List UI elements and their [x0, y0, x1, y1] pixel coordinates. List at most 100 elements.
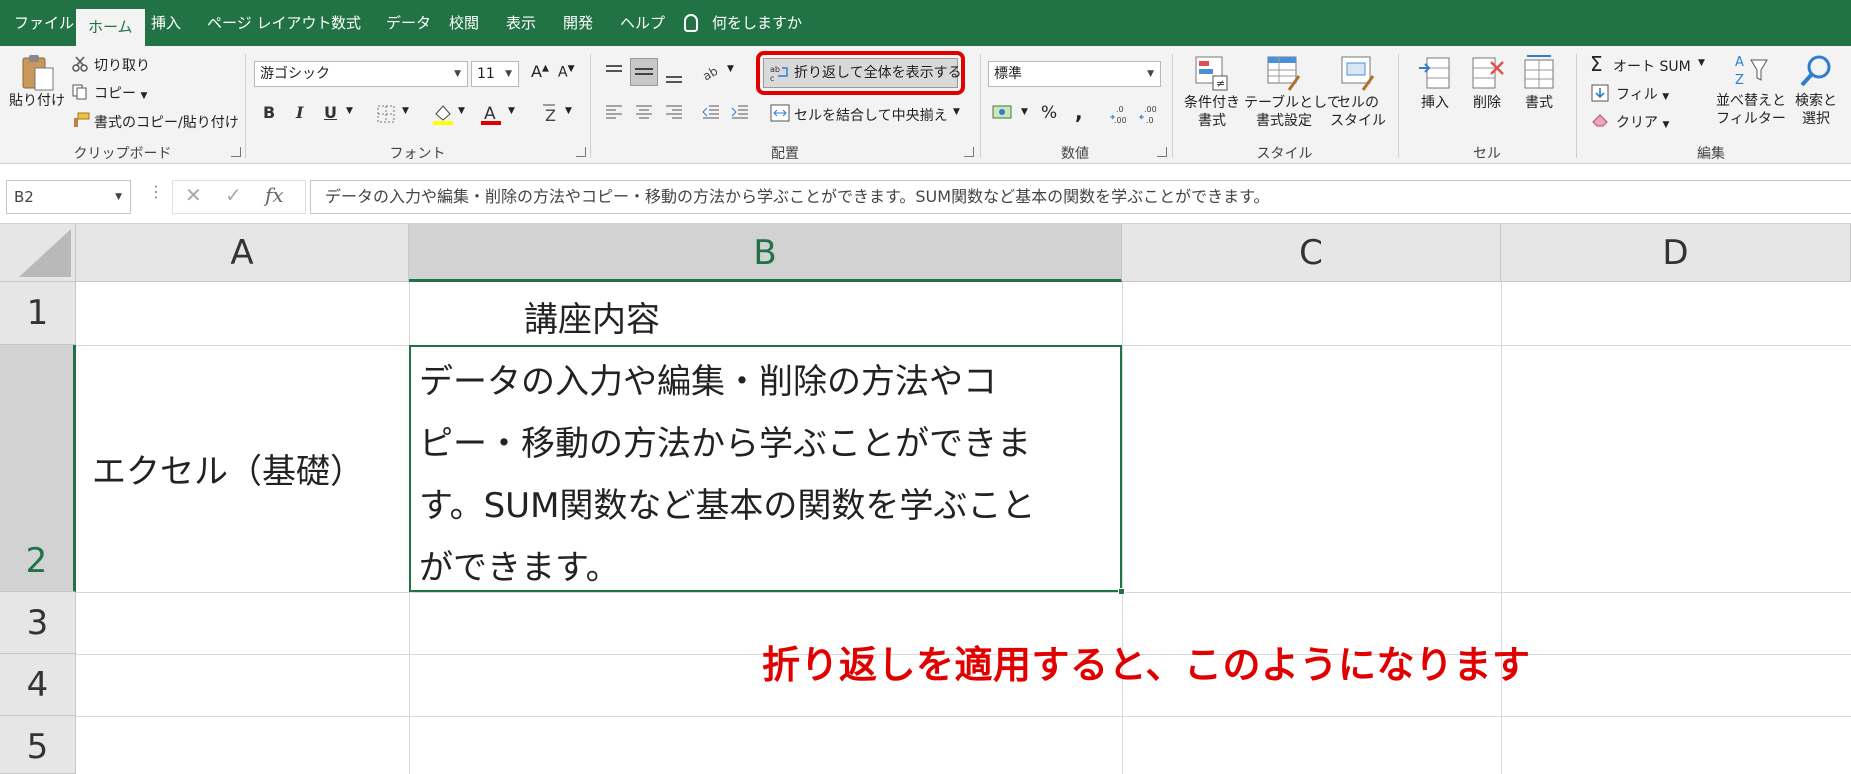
row-header-2[interactable]: 2	[0, 345, 76, 592]
italic-button[interactable]: I	[296, 103, 303, 122]
tab-review[interactable]: 校閲	[449, 0, 479, 46]
insert-function-icon[interactable]: fx	[265, 183, 284, 207]
chevron-down-icon[interactable]: ▼	[727, 64, 734, 74]
delete-cells-button[interactable]: 削除	[1462, 54, 1512, 112]
formula-input[interactable]: データの入力や編集・削除の方法やコピー・移動の方法から学ぶことができます。SUM…	[310, 180, 1851, 214]
underline-button[interactable]: U	[324, 103, 337, 122]
sort-filter-button[interactable]: AZ 並べ替えと フィルター	[1716, 52, 1786, 128]
clipboard-launcher-icon[interactable]	[231, 147, 241, 157]
insert-cells-button[interactable]: 挿入	[1410, 54, 1460, 112]
name-box[interactable]: B2 ▼	[6, 180, 131, 214]
format-as-table-button[interactable]: テーブルとして 書式設定	[1244, 54, 1341, 130]
font-size-select[interactable]: 11 ▼	[471, 61, 519, 87]
clear-button[interactable]: クリア ▼	[1616, 112, 1669, 132]
cell-a2[interactable]: エクセル（基礎）	[92, 444, 364, 493]
chevron-down-icon[interactable]: ▼	[565, 106, 572, 116]
format-cells-icon	[1524, 55, 1554, 89]
row-header-1[interactable]: 1	[0, 282, 76, 345]
tab-view[interactable]: 表示	[506, 0, 536, 46]
paste-label: 貼り付け	[9, 93, 65, 109]
paste-button[interactable]: 貼り付け	[8, 52, 66, 110]
increase-indent-icon[interactable]	[730, 104, 750, 120]
bold-button[interactable]: B	[263, 103, 275, 122]
chevron-down-icon[interactable]: ▼	[346, 106, 353, 116]
cut-button[interactable]: 切り取り	[94, 55, 150, 75]
styles-group-label: スタイル	[1256, 146, 1313, 162]
number-format-select[interactable]: 標準 ▼	[988, 61, 1161, 87]
ribbon-home: 貼り付け 切り取り コピー ▼ 書式のコピー/貼り付け クリップボード 游ゴシッ…	[0, 46, 1851, 164]
fill-color-icon[interactable]	[432, 102, 454, 126]
column-header-c[interactable]: C	[1122, 224, 1501, 282]
increase-font-icon[interactable]: A▲	[531, 62, 549, 81]
find-select-button[interactable]: 検索と 選択	[1788, 52, 1844, 128]
row-header-4[interactable]: 4	[0, 654, 76, 716]
orientation-icon[interactable]: ab	[701, 62, 723, 82]
comma-button[interactable]: ,	[1075, 100, 1083, 124]
font-name-select[interactable]: 游ゴシック ▼	[254, 61, 468, 87]
conditional-formatting-button[interactable]: ≠ 条件付き 書式	[1180, 54, 1244, 130]
tell-me-search[interactable]: 何をしますか	[684, 0, 802, 46]
chevron-down-icon[interactable]: ▼	[953, 107, 960, 117]
percent-button[interactable]: %	[1041, 103, 1057, 123]
cell-b2-line: ピー・移動の方法から学ぶことができま	[419, 424, 1031, 464]
column-header-a[interactable]: A	[76, 224, 409, 282]
chevron-down-icon[interactable]: ▼	[402, 106, 409, 116]
decrease-decimal-icon[interactable]: .00.0	[1138, 103, 1162, 125]
select-all-button[interactable]	[0, 224, 76, 282]
gridline	[1501, 282, 1502, 774]
align-middle-button[interactable]	[630, 58, 658, 86]
borders-icon[interactable]	[376, 104, 396, 124]
column-header-d[interactable]: D	[1501, 224, 1851, 282]
insert-cells-icon	[1419, 57, 1450, 89]
chevron-down-icon[interactable]: ▼	[1021, 107, 1028, 117]
align-left-icon[interactable]	[604, 104, 624, 120]
align-center-icon[interactable]	[634, 104, 654, 120]
cell-b2-selected[interactable]: データの入力や編集・削除の方法やコ ピー・移動の方法から学ぶことができま す。S…	[409, 345, 1122, 592]
tell-me-label: 何をしますか	[712, 14, 803, 32]
gridline	[1122, 282, 1123, 774]
row-header-3[interactable]: 3	[0, 592, 76, 654]
align-right-icon[interactable]	[664, 104, 684, 120]
tab-data[interactable]: データ	[386, 0, 431, 46]
cell-styles-button[interactable]: セルの スタイル	[1330, 54, 1386, 130]
conditional-formatting-label: 条件付き 書式	[1184, 95, 1240, 129]
align-bottom-icon[interactable]	[664, 68, 684, 84]
decrease-font-icon[interactable]: A▼	[558, 64, 575, 81]
tab-developer[interactable]: 開発	[563, 0, 593, 46]
tab-file[interactable]: ファイル	[14, 0, 74, 46]
chevron-down-icon[interactable]: ▼	[508, 106, 515, 116]
fill-button[interactable]: フィル ▼	[1616, 84, 1669, 104]
currency-icon[interactable]	[992, 103, 1014, 123]
chevron-down-icon[interactable]: ▼	[458, 106, 465, 116]
svg-text:ab: ab	[701, 64, 720, 82]
format-painter-button[interactable]: 書式のコピー/貼り付け	[94, 112, 239, 132]
copy-button[interactable]: コピー ▼	[94, 83, 147, 103]
cell-b1[interactable]: 講座内容	[524, 292, 660, 341]
tab-home[interactable]: ホーム	[76, 9, 145, 46]
confirm-icon[interactable]: ✓	[225, 183, 242, 207]
merge-center-button[interactable]: セルを結合して中央揃え	[794, 105, 948, 125]
sort-filter-label: 並べ替えと フィルター	[1716, 93, 1786, 127]
merge-center-icon[interactable]	[770, 104, 790, 122]
formula-bar-grip-icon[interactable]: ⋮	[148, 182, 164, 201]
tab-help[interactable]: ヘルプ	[620, 0, 665, 46]
tab-page-layout[interactable]: ページ レイアウト	[207, 0, 331, 46]
cell-b2-line: ができます。	[419, 548, 620, 588]
align-top-icon[interactable]	[604, 64, 624, 80]
autosum-button[interactable]: オート SUM	[1613, 56, 1691, 76]
decrease-indent-icon[interactable]	[701, 104, 721, 120]
tab-insert[interactable]: 挿入	[151, 0, 181, 46]
column-header-b[interactable]: B	[409, 224, 1122, 282]
increase-decimal-icon[interactable]: .0.00	[1108, 103, 1132, 125]
fill-handle[interactable]	[1118, 588, 1125, 595]
phonetic-icon[interactable]: Z	[541, 102, 559, 124]
format-cells-button[interactable]: 書式	[1514, 54, 1564, 112]
number-launcher-icon[interactable]	[1157, 147, 1167, 157]
font-color-icon[interactable]: A	[480, 102, 502, 126]
font-launcher-icon[interactable]	[576, 147, 586, 157]
chevron-down-icon[interactable]: ▼	[1698, 58, 1705, 68]
alignment-launcher-icon[interactable]	[964, 147, 974, 157]
cancel-icon[interactable]: ✕	[185, 183, 202, 207]
row-header-5[interactable]: 5	[0, 716, 76, 774]
tab-formulas[interactable]: 数式	[331, 0, 361, 46]
